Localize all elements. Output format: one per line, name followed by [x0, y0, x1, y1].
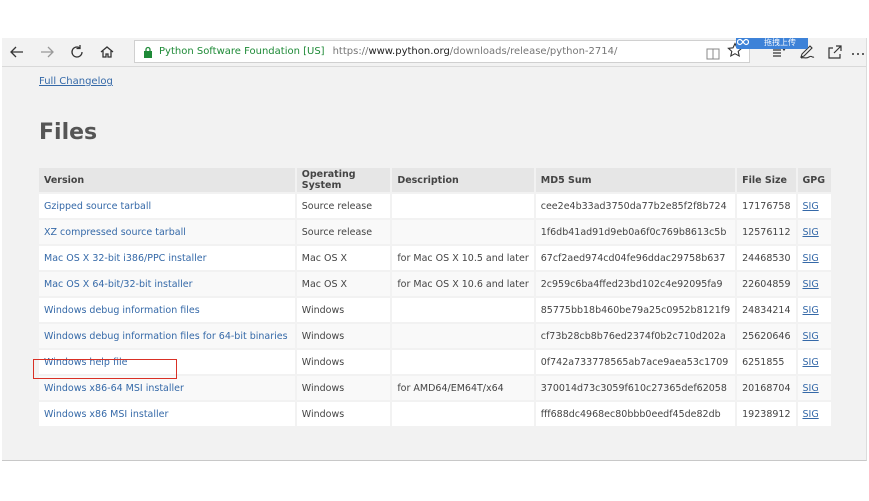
version-link[interactable]: Windows debug information files [44, 305, 200, 316]
size-cell: 24834214 [736, 296, 798, 323]
description-cell [391, 296, 536, 323]
url-path: /downloads/release/python-2714/ [449, 46, 618, 57]
md5-cell: fff688dc4968ec80bbb0eedf45de82db [534, 400, 738, 426]
version-link[interactable]: Windows debug information files for 64-b… [44, 331, 288, 342]
forward-button[interactable] [36, 41, 58, 63]
url-text[interactable]: https://www.python.org/downloads/release… [333, 46, 618, 57]
size-cell: 6251855 [736, 348, 798, 375]
size-cell: 22604859 [736, 270, 798, 297]
version-link[interactable]: Windows help file [44, 357, 127, 368]
description-cell [391, 400, 536, 426]
os-cell: Mac OS X [295, 270, 393, 297]
size-cell: 19238912 [736, 400, 798, 426]
version-link[interactable]: Windows x86 MSI installer [44, 409, 168, 420]
address-bar[interactable]: Python Software Foundation [US] https://… [134, 40, 750, 63]
sig-link[interactable]: SIG [803, 357, 819, 368]
version-link[interactable]: XZ compressed source tarball [44, 227, 186, 238]
os-cell: Mac OS X [295, 244, 393, 271]
md5-cell: 0f742a733778565ab7ace9aea53c1709 [534, 348, 738, 375]
reading-view-icon[interactable] [706, 45, 720, 64]
header-os: Operating System [295, 168, 393, 193]
sig-link[interactable]: SIG [803, 383, 819, 394]
header-description: Description [391, 168, 536, 193]
table-row: Gzipped source tarball Source release ce… [39, 192, 833, 219]
md5-cell: 67cf2aed974cd04fe96ddac29758b637 [534, 244, 738, 271]
table-row: Windows help file Windows 0f742a73377856… [39, 348, 833, 375]
md5-cell: cf73b28cb8b76ed2374f0b2c710d202a [534, 322, 738, 349]
table-row: XZ compressed source tarball Source rele… [39, 218, 833, 245]
size-cell: 12576112 [736, 218, 798, 245]
sig-link[interactable]: SIG [803, 305, 819, 316]
header-md5: MD5 Sum [534, 168, 738, 193]
md5-cell: 85775bb18b460be79a25c0952b8121f9 [534, 296, 738, 323]
browser-window: Python Software Foundation [US] https://… [2, 38, 867, 461]
table-header-row: Version Operating System Description MD5… [39, 168, 833, 193]
table-row: Windows x86 MSI installer Windows fff688… [39, 400, 833, 426]
back-arrow-icon [10, 46, 23, 58]
refresh-icon [71, 45, 83, 58]
description-cell: for Mac OS X 10.5 and later [391, 244, 536, 271]
description-cell: for AMD64/EM64T/x64 [391, 374, 536, 401]
table-row: Mac OS X 32-bit i386/PPC installer Mac O… [39, 244, 833, 271]
upload-extension-badge[interactable]: 拖拽上传 [736, 38, 808, 49]
os-cell: Windows [295, 322, 393, 349]
md5-cell: 370014d73c3059f610c27365def62058 [534, 374, 738, 401]
version-link[interactable]: Mac OS X 32-bit i386/PPC installer [44, 253, 207, 264]
size-cell: 20168704 [736, 374, 798, 401]
size-cell: 24468530 [736, 244, 798, 271]
os-cell: Windows [295, 374, 393, 401]
more-button[interactable] [850, 41, 866, 63]
full-changelog-link[interactable]: Full Changelog [39, 76, 113, 87]
description-cell [391, 192, 536, 219]
files-table: Version Operating System Description MD5… [39, 168, 833, 426]
md5-cell: cee2e4b33ad3750da77b2e85f2f8b724 [534, 192, 738, 219]
sig-link[interactable]: SIG [803, 201, 819, 212]
description-cell [391, 322, 536, 349]
share-button[interactable] [824, 41, 846, 63]
table-row-highlighted: Windows x86-64 MSI installer Windows for… [39, 374, 833, 401]
back-button[interactable] [6, 41, 28, 63]
os-cell: Windows [295, 400, 393, 426]
more-dots-icon [852, 53, 864, 55]
url-prefix: https:// [332, 46, 369, 57]
description-cell [391, 348, 536, 375]
home-icon [100, 46, 114, 58]
header-file-size: File Size [736, 168, 798, 193]
os-cell: Windows [295, 296, 393, 323]
home-button[interactable] [96, 41, 118, 63]
header-version: Version [39, 168, 297, 193]
size-cell: 17176758 [736, 192, 798, 219]
header-gpg: GPG [796, 168, 833, 193]
table-row: Windows debug information files Windows … [39, 296, 833, 323]
md5-cell: 2c959c6ba4ffed23bd102c4e92095fa9 [534, 270, 738, 297]
description-cell [391, 218, 536, 245]
sig-link[interactable]: SIG [803, 253, 819, 264]
refresh-button[interactable] [66, 41, 88, 63]
size-cell: 25620646 [736, 322, 798, 349]
version-link-x86-64-msi[interactable]: Windows x86-64 MSI installer [44, 383, 184, 394]
sig-link[interactable]: SIG [803, 227, 819, 238]
md5-cell: 1f6db41ad91d9eb0a6f0c769b8613c5b [534, 218, 738, 245]
os-cell: Source release [295, 192, 393, 219]
sig-link[interactable]: SIG [803, 279, 819, 290]
url-domain: www.python.org [368, 46, 450, 57]
os-cell: Source release [295, 218, 393, 245]
sig-link[interactable]: SIG [803, 331, 819, 342]
upload-extension-label: 拖拽上传 [764, 38, 796, 47]
browser-toolbar: Python Software Foundation [US] https://… [2, 38, 866, 67]
forward-arrow-icon [41, 46, 54, 58]
os-cell: Windows [295, 348, 393, 375]
page-content: Full Changelog Files Version Operating S… [2, 66, 866, 460]
lock-icon [143, 46, 153, 58]
certificate-label[interactable]: Python Software Foundation [US] [159, 46, 325, 57]
sig-link[interactable]: SIG [803, 409, 819, 420]
version-link[interactable]: Mac OS X 64-bit/32-bit installer [44, 279, 193, 290]
version-link[interactable]: Gzipped source tarball [44, 201, 151, 212]
description-cell: for Mac OS X 10.6 and later [391, 270, 536, 297]
share-icon [828, 45, 842, 59]
infinity-icon [736, 38, 750, 49]
table-row: Windows debug information files for 64-b… [39, 322, 833, 349]
table-row: Mac OS X 64-bit/32-bit installer Mac OS … [39, 270, 833, 297]
files-heading: Files [39, 120, 98, 145]
